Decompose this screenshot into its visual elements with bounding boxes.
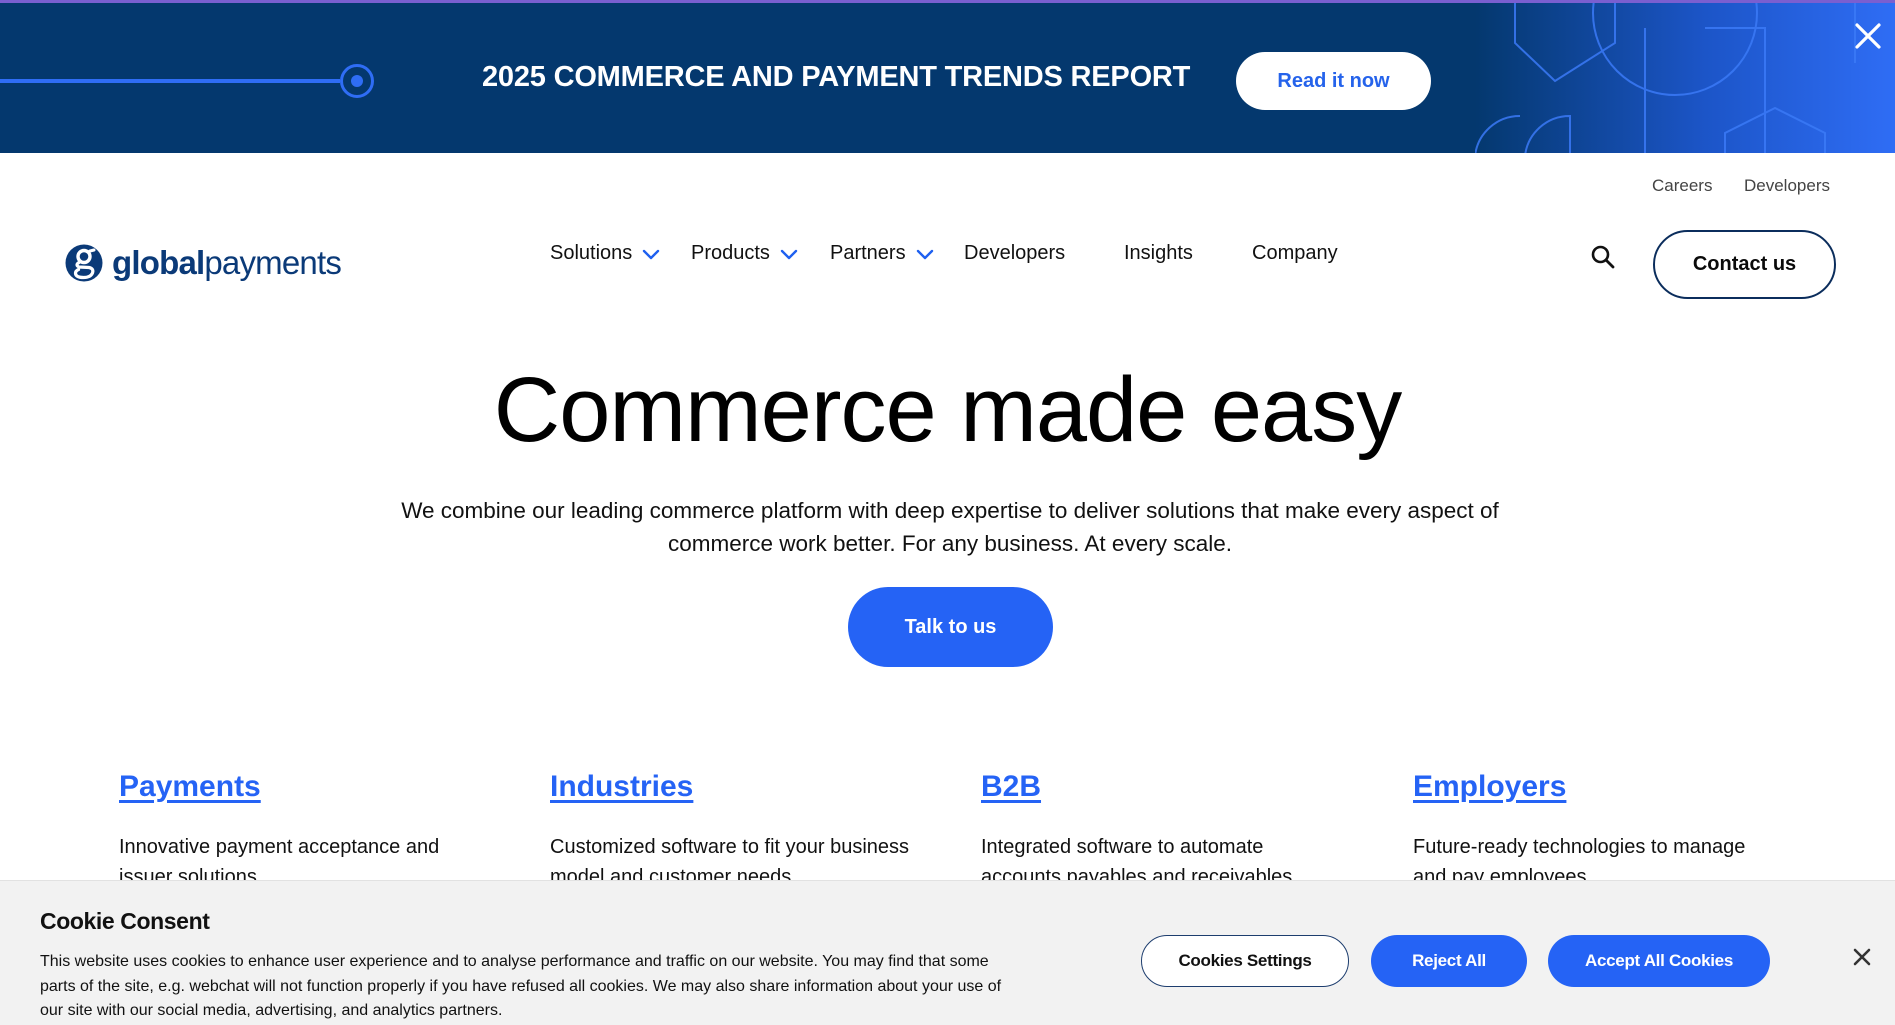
nav-item-company[interactable]: Company [1252,242,1338,265]
hero-subtitle: We combine our leading commerce platform… [401,498,1499,556]
site-logo[interactable]: globalpayments [65,243,342,283]
category-link-payments[interactable]: Payments [119,770,261,804]
nav-item-products[interactable]: Products [691,242,798,265]
category-industries: Industries Customized software to fit yo… [550,770,910,892]
nav-item-insights[interactable]: Insights [1124,242,1193,265]
category-link-employers[interactable]: Employers [1413,770,1566,804]
reject-all-button[interactable]: Reject All [1371,935,1527,987]
close-icon[interactable] [1852,947,1872,967]
promo-decor-dot [340,64,374,98]
hero-title: Commerce made easy [493,359,1402,461]
read-it-now-button[interactable]: Read it now [1236,52,1431,110]
nav-item-partners[interactable]: Partners [830,242,934,265]
category-payments: Payments Innovative payment acceptance a… [119,770,479,892]
category-link-b2b[interactable]: B2B [981,770,1041,804]
globalpayments-g-logo-icon [65,244,103,282]
talk-to-us-button[interactable]: Talk to us [848,587,1053,667]
contact-us-button[interactable]: Contact us [1653,230,1836,299]
cookie-title: Cookie Consent [40,908,210,934]
accept-all-cookies-button[interactable]: Accept All Cookies [1548,935,1770,987]
nav-item-developers[interactable]: Developers [964,242,1065,265]
chevron-down-icon [780,249,798,259]
nav-item-solutions[interactable]: Solutions [550,242,660,265]
chevron-down-icon [916,249,933,259]
category-employers: Employers Future-ready technologies to m… [1413,770,1773,892]
promo-decor-line [0,79,340,83]
utility-link-developers[interactable]: Developers [1744,176,1830,196]
logo-wordmark: globalpayments [112,244,342,281]
cookie-consent-banner: Cookie Consent This website uses cookies… [0,880,1895,1025]
close-icon[interactable] [1853,21,1883,51]
search-icon[interactable] [1590,244,1616,270]
chevron-down-icon [643,249,660,259]
category-b2b: B2B Integrated software to automate acco… [981,770,1341,892]
promo-banner: 2025 COMMERCE AND PAYMENT TRENDS REPORT … [0,0,1895,153]
category-link-industries[interactable]: Industries [550,770,693,804]
decorative-pattern [1475,3,1895,153]
promo-title: 2025 COMMERCE AND PAYMENT TRENDS REPORT [482,61,1191,93]
utility-link-careers[interactable]: Careers [1652,176,1712,196]
cookies-settings-button[interactable]: Cookies Settings [1141,935,1349,987]
cookie-text: This website uses cookies to enhance use… [40,953,1002,1019]
